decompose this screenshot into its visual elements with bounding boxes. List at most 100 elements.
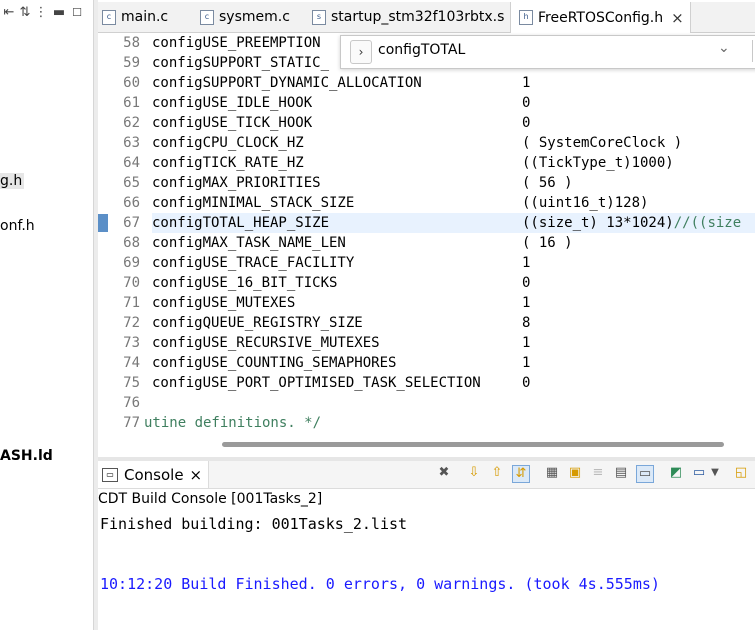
maximize-icon[interactable]: ☐ — [70, 6, 84, 20]
horizontal-scroll-thumb[interactable] — [222, 442, 724, 447]
chevron-down-icon[interactable]: ⌄ — [718, 40, 730, 56]
close-icon[interactable]: × — [671, 9, 684, 27]
open-console-icon[interactable]: ◩ — [668, 465, 684, 481]
line-number: 64 — [123, 155, 140, 171]
c-file-icon: c — [200, 9, 214, 25]
view-menu-icon[interactable]: ⋮ — [34, 6, 48, 20]
code-identifier: configQUEUE_REGISTRY_SIZE — [152, 315, 363, 331]
scroll-lock-icon[interactable]: ⇵ — [512, 465, 530, 483]
code-identifier: configMAX_TASK_NAME_LEN — [152, 235, 346, 251]
tab-startup-s[interactable]: s startup_stm32f103rbtx.s — [312, 2, 504, 32]
explorer-item-freertosconfig-h[interactable]: g.h — [0, 173, 25, 189]
line-number: 70 — [123, 275, 140, 291]
chevron-down-icon[interactable]: ▼ — [707, 465, 723, 481]
copy-icon[interactable]: ▭ — [636, 465, 654, 483]
code-identifier: configUSE_16_BIT_TICKS — [152, 275, 338, 291]
find-input[interactable]: configTOTAL — [378, 42, 465, 58]
line-number: 58 — [123, 35, 140, 51]
code-value: ( 56 ) — [522, 175, 573, 191]
code-identifier: configSUPPORT_STATIC_ — [152, 55, 330, 71]
tab-main-c[interactable]: c main.c — [102, 2, 168, 32]
code-comment: //((size — [673, 215, 742, 231]
tab-console[interactable]: ▭ Console × — [98, 461, 210, 488]
line-number: 69 — [123, 255, 140, 271]
show-on-output-icon[interactable]: ▣ — [567, 465, 583, 481]
tab-label: FreeRTOSConfig.h — [538, 9, 664, 26]
line-number: 73 — [123, 335, 140, 351]
c-file-icon: c — [102, 9, 116, 25]
line-number: 61 — [123, 95, 140, 111]
new-console-icon[interactable]: ◱ — [733, 465, 749, 481]
code-identifier: configUSE_IDLE_HOOK — [152, 95, 313, 111]
console-icon: ▭ — [102, 467, 118, 482]
word-wrap-icon[interactable]: ▦ — [544, 465, 560, 481]
code-identifier: configMAX_PRIORITIES — [152, 175, 321, 191]
close-icon[interactable]: × — [190, 466, 203, 484]
explorer-item-conf-h[interactable]: onf.h — [0, 218, 35, 234]
code-value: ( SystemCoreClock ) — [522, 135, 683, 151]
line-number: 75 — [123, 375, 140, 391]
code-value: 0 — [522, 115, 531, 131]
find-divider — [752, 40, 753, 62]
line-number: 63 — [123, 135, 140, 151]
code-value: ((uint16_t)128) — [522, 195, 649, 211]
tab-freertosconfig-h[interactable]: h FreeRTOSConfig.h × — [510, 2, 691, 33]
code-identifier: configUSE_RECURSIVE_MUTEXES — [152, 335, 380, 351]
display-console-icon[interactable]: ▭ — [691, 465, 707, 481]
link-editor-icon[interactable]: ⇅ — [18, 6, 32, 20]
code-identifier: configUSE_PORT_OPTIMISED_TASK_SELECTION — [152, 375, 481, 391]
line-number: 59 — [123, 55, 140, 71]
line-number: 62 — [123, 115, 140, 131]
project-explorer-pane: ⇤ ⇅ ⋮ ▬ ☐ g.h onf.h ASH.ld — [0, 0, 93, 630]
code-value: ( 16 ) — [522, 235, 573, 251]
next-icon[interactable]: ⇧ — [489, 465, 505, 481]
code-identifier: configCPU_CLOCK_HZ — [152, 135, 304, 151]
code-identifier: configUSE_PREEMPTION — [152, 35, 321, 51]
code-comment: utine definitions. */ — [144, 415, 322, 431]
code-identifier: configTOTAL_HEAP_SIZE — [152, 215, 330, 231]
line-number: 65 — [123, 175, 140, 191]
code-value: 1 — [522, 295, 531, 311]
line-number: 76 — [123, 395, 140, 411]
line-number: 77 — [123, 415, 140, 431]
code-value: 1 — [522, 75, 531, 91]
line-number: 60 — [123, 75, 140, 91]
collapse-all-icon[interactable]: ⇤ — [2, 6, 16, 20]
toggle-replace-button[interactable]: › — [350, 40, 372, 64]
clear-console-icon[interactable]: ≡ — [590, 465, 606, 481]
line-number: 74 — [123, 355, 140, 371]
code-value: 0 — [522, 95, 531, 111]
line-number: 68 — [123, 235, 140, 251]
code-identifier: configMINIMAL_STACK_SIZE — [152, 195, 355, 211]
console-line: 10:12:20 Build Finished. 0 errors, 0 war… — [100, 575, 660, 593]
code-identifier: configUSE_TICK_HOOK — [152, 115, 313, 131]
asm-file-icon: s — [312, 9, 326, 25]
code-identifier: configUSE_MUTEXES — [152, 295, 296, 311]
code-value: 8 — [522, 315, 531, 331]
line-number: 71 — [123, 295, 140, 311]
code-value: 0 — [522, 275, 531, 291]
explorer-item-ld-file[interactable]: ASH.ld — [0, 448, 53, 464]
pin-console-icon[interactable]: ▤ — [613, 465, 629, 481]
console-line: Finished building: 001Tasks_2.list — [100, 515, 408, 533]
tab-label: startup_stm32f103rbtx.s — [331, 9, 505, 25]
code-identifier: configSUPPORT_DYNAMIC_ALLOCATION — [152, 75, 422, 91]
code-identifier: configUSE_COUNTING_SEMAPHORES — [152, 355, 397, 371]
code-value: 1 — [522, 335, 531, 351]
editor-tab-bar: c main.c c sysmem.c s startup_stm32f103r… — [98, 2, 755, 33]
tab-label: sysmem.c — [219, 9, 290, 25]
code-value: ((size_t) 13*1024) — [522, 215, 674, 231]
code-value: 1 — [522, 255, 531, 271]
code-value: 1 — [522, 355, 531, 371]
code-identifier: configTICK_RATE_HZ — [152, 155, 304, 171]
line-number: 66 — [123, 195, 140, 211]
minimize-icon[interactable]: ▬ — [52, 6, 66, 20]
tab-label: main.c — [121, 9, 169, 25]
code-editor[interactable]: 58 configUSE_PREEMPTION 59 configSUPPORT_ST… — [98, 33, 755, 455]
h-file-icon: h — [519, 10, 533, 25]
previous-icon[interactable]: ⇩ — [466, 465, 482, 481]
tab-sysmem-c[interactable]: c sysmem.c — [200, 2, 290, 32]
line-number: 72 — [123, 315, 140, 331]
remove-launch-icon[interactable]: ✖ — [436, 465, 452, 481]
code-identifier: configUSE_TRACE_FACILITY — [152, 255, 355, 271]
